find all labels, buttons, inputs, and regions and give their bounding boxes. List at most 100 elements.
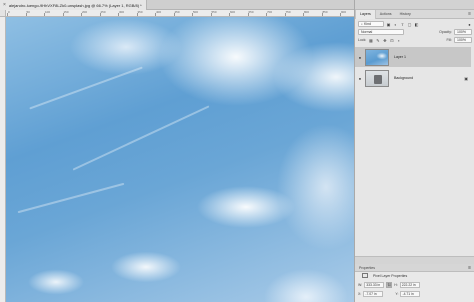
layer-name: Background <box>394 76 414 80</box>
opacity-field[interactable]: 100% <box>454 29 472 35</box>
ruler-tick <box>118 13 119 16</box>
ruler-tick <box>229 13 230 16</box>
ruler-tick-label: 750 <box>285 10 291 14</box>
ruler-tick-label: 0 <box>8 10 10 14</box>
blend-mode-select[interactable]: Normal <box>358 29 404 35</box>
visibility-eye-icon[interactable]: ● <box>355 55 365 60</box>
tab-layers[interactable]: Layers <box>355 9 376 19</box>
y-field[interactable]: -4.71 in <box>400 291 421 297</box>
adjustment-filter-icon[interactable]: ◐ <box>393 22 398 27</box>
ruler-tick <box>99 13 101 16</box>
cloud-streak <box>17 182 125 214</box>
document-tab[interactable]: × alejandro-luengo-9HhVXF8LZk0-unsplash.… <box>0 0 147 10</box>
layer-row-background[interactable]: ● Background ▣ <box>355 68 471 88</box>
layer-filter-row: ⌕ Kind ▣ ◐ T ▢ ◧ ● <box>355 21 474 27</box>
layer-name: Layer 1 <box>394 55 406 59</box>
document-tab-bar: × alejandro-luengo-9HhVXF8LZk0-unsplash.… <box>0 0 354 10</box>
ruler-tick-label: 150 <box>63 10 69 14</box>
tab-actions[interactable]: Actions <box>376 10 396 19</box>
width-value: 333.33 in <box>366 283 381 287</box>
ruler-tick <box>155 13 156 16</box>
ruler-tick <box>81 13 82 16</box>
ruler-tick-label: 250 <box>100 10 106 14</box>
search-icon: ⌕ <box>361 22 363 26</box>
ruler-tick-label: 600 <box>230 10 236 14</box>
properties-menu-icon[interactable]: ≡ <box>468 265 471 271</box>
lock-position-icon[interactable]: ✥ <box>382 38 387 43</box>
fill-field[interactable]: 100% <box>454 37 472 43</box>
properties-subtitle-row: Pixel Layer Properties <box>355 273 474 278</box>
ruler-tick-label: 450 <box>174 10 180 14</box>
link-dimensions-icon[interactable]: ⛓ <box>386 282 393 288</box>
image-canvas[interactable] <box>6 17 354 302</box>
ruler-tick-label: 300 <box>119 10 125 14</box>
ruler-tick-label: 200 <box>82 10 88 14</box>
ruler-tick <box>7 13 8 16</box>
panel-dock-strip <box>355 0 474 10</box>
properties-title: Properties <box>359 265 375 270</box>
width-field[interactable]: 333.33 in <box>364 282 385 288</box>
horizontal-ruler[interactable]: 0 50 100 150 200 250 300 350 400 450 500 550 600 650 7… <box>6 10 354 17</box>
cloud-streak <box>29 66 143 110</box>
y-label: Y: <box>395 292 399 296</box>
lock-image-icon[interactable]: ✎ <box>375 38 380 43</box>
ruler-tick <box>173 13 175 16</box>
y-value: -4.71 in <box>402 292 414 296</box>
filter-kind-select[interactable]: ⌕ Kind <box>358 21 384 27</box>
ruler-tick-label: 850 <box>322 10 328 14</box>
ruler-tick <box>266 13 267 16</box>
ruler-tick-label: 900 <box>341 10 347 14</box>
pixel-filter-icon[interactable]: ▣ <box>386 22 391 27</box>
ruler-tick-label: 350 <box>137 10 143 14</box>
shape-filter-icon[interactable]: ▢ <box>407 22 412 27</box>
fill-value: 100% <box>457 38 466 42</box>
properties-body: Pixel Layer Properties W: 333.33 in ⛓ H:… <box>355 272 474 302</box>
lock-row: Lock: ▦ ✎ ✥ ⊡ ▪ Fill: 100% <box>355 37 474 43</box>
tab-history[interactable]: History <box>396 10 415 19</box>
ruler-tick <box>210 13 212 16</box>
ruler-tick <box>284 13 286 16</box>
layers-footer <box>355 256 474 264</box>
ruler-tick <box>136 13 138 16</box>
link-glyph: ⛓ <box>387 283 392 287</box>
smart-object-filter-icon[interactable]: ◧ <box>414 22 419 27</box>
opacity-value: 100% <box>457 30 466 34</box>
lock-artboard-icon[interactable]: ⊡ <box>389 38 394 43</box>
layers-panel: Layers Actions History ≡ ⌕ Kind ▣ ◐ T ▢ … <box>354 0 474 302</box>
ruler-tick <box>62 13 64 16</box>
document-title: alejandro-luengo-9HhVXF8LZk0-unsplash.jp… <box>8 2 142 8</box>
lock-transparent-icon[interactable]: ▦ <box>368 38 373 43</box>
x-label: X: <box>358 292 362 296</box>
panel-tab-bar: Layers Actions History ≡ <box>355 9 474 19</box>
size-row: W: 333.33 in ⛓ H: 222.22 in <box>355 282 474 288</box>
ruler-tick-label: 550 <box>211 10 217 14</box>
ruler-tick-label: 700 <box>267 10 273 14</box>
layer-row-layer-1[interactable]: ● Layer 1 <box>355 47 471 67</box>
filter-toggle-icon[interactable]: ● <box>467 22 472 27</box>
ruler-tick-label: 50 <box>26 10 30 14</box>
blend-row: Normal Opacity: 100% <box>355 29 474 35</box>
x-field[interactable]: -7.07 in <box>363 291 384 297</box>
lock-label: Lock: <box>358 38 367 42</box>
visibility-eye-icon[interactable]: ● <box>355 76 365 81</box>
ruler-tick-label: 650 <box>248 10 254 14</box>
ruler-tick <box>340 13 341 16</box>
opacity-label: Opacity: <box>439 30 452 34</box>
height-value: 222.22 in <box>401 283 416 287</box>
lock-all-icon[interactable]: ▪ <box>396 38 401 43</box>
ruler-tick <box>25 13 27 16</box>
filter-kind-value: Kind <box>363 22 371 26</box>
ruler-tick <box>303 13 304 16</box>
type-filter-icon[interactable]: T <box>400 22 405 27</box>
close-tab-icon[interactable]: × <box>3 2 6 8</box>
pixel-layer-icon <box>362 273 368 278</box>
panel-menu-icon[interactable]: ≡ <box>468 11 471 17</box>
ruler-tick <box>44 13 45 16</box>
ruler-tick-label: 400 <box>156 10 162 14</box>
layers-list: ● Layer 1 ● Background ▣ <box>355 45 474 93</box>
position-row: X: -7.07 in Y: -4.71 in <box>355 291 474 297</box>
ruler-tick <box>247 13 249 16</box>
h-label: H: <box>394 283 398 287</box>
layer-thumbnail <box>365 48 389 66</box>
height-field[interactable]: 222.22 in <box>399 282 420 288</box>
